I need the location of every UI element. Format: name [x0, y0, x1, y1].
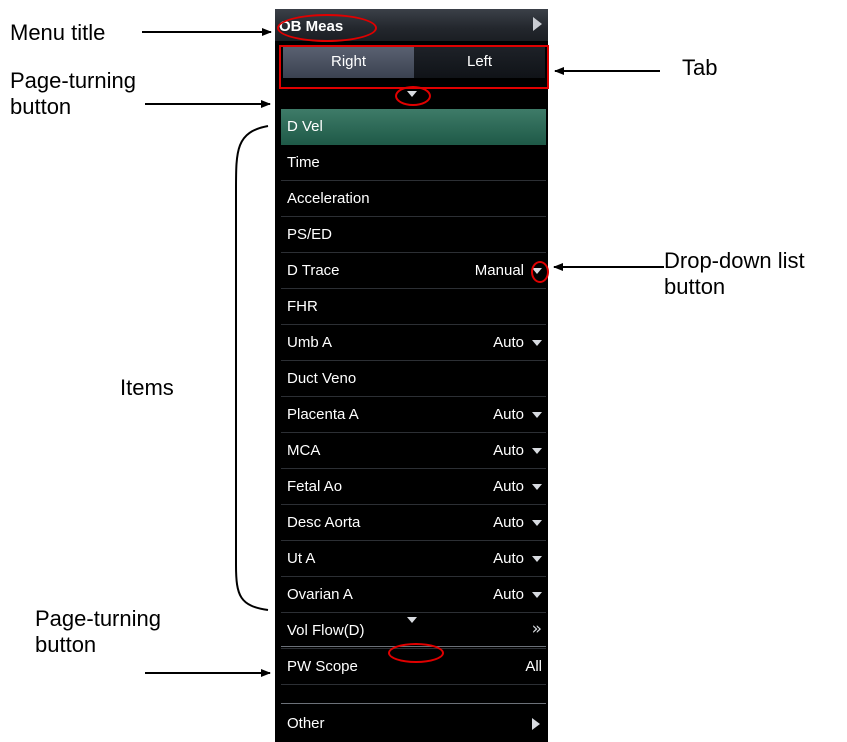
- callout-page-turning-bottom: Page-turning button: [35, 606, 161, 658]
- callout-dropdown: Drop-down list button: [664, 248, 805, 300]
- callout-line: Drop-down list: [664, 248, 805, 273]
- callout-tab: Tab: [682, 55, 718, 80]
- callout-menu-title: Menu title: [10, 20, 106, 45]
- callout-line: button: [35, 632, 97, 657]
- callout-page-turning-top: Page-turning button: [10, 68, 136, 120]
- items-bracket: [235, 125, 269, 611]
- callout-line: button: [664, 274, 726, 299]
- callout-line: Page-turning: [10, 68, 136, 93]
- callout-line: Page-turning: [35, 606, 161, 631]
- callout-items: Items: [120, 375, 174, 400]
- callout-line: button: [10, 94, 72, 119]
